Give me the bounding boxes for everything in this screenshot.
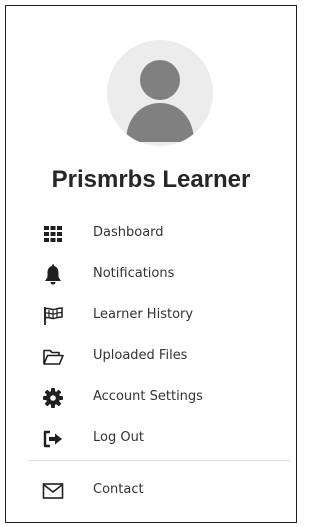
sidebar-item-uploaded-files[interactable]: Uploaded Files (6, 339, 296, 375)
sidebar-item-notifications[interactable]: Notifications (6, 257, 296, 293)
grid-icon (44, 226, 62, 242)
sidebar-item-account-settings[interactable]: Account Settings (6, 380, 296, 416)
user-silhouette-icon (126, 60, 194, 142)
sidebar-item-label: Dashboard (93, 225, 164, 240)
menu-divider (28, 460, 290, 461)
sidebar-item-label: Contact (93, 482, 144, 497)
envelope-icon (42, 483, 64, 499)
sidebar-item-label: Learner History (93, 307, 194, 322)
sidebar-item-label: Log Out (93, 430, 144, 445)
sidebar-item-log-out[interactable]: Log Out (6, 421, 296, 457)
sidebar-item-learner-history[interactable]: Learner History (6, 298, 296, 334)
sidebar-item-label: Notifications (93, 266, 175, 281)
sidebar-item-label: Uploaded Files (93, 348, 188, 363)
bell-icon (45, 264, 61, 285)
flag-icon (44, 307, 63, 325)
profile-sidebar-panel: Prismrbs Learner Dashboard Notifications… (5, 5, 297, 523)
folder-open-icon (43, 349, 64, 365)
sidebar-item-dashboard[interactable]: Dashboard (6, 216, 296, 252)
user-avatar (107, 40, 213, 146)
sidebar-item-contact[interactable]: Contact (6, 473, 296, 509)
sign-out-icon (43, 430, 62, 448)
gear-icon (43, 388, 63, 408)
profile-name: Prismrbs Learner (51, 166, 251, 193)
sidebar-item-label: Account Settings (93, 389, 203, 404)
